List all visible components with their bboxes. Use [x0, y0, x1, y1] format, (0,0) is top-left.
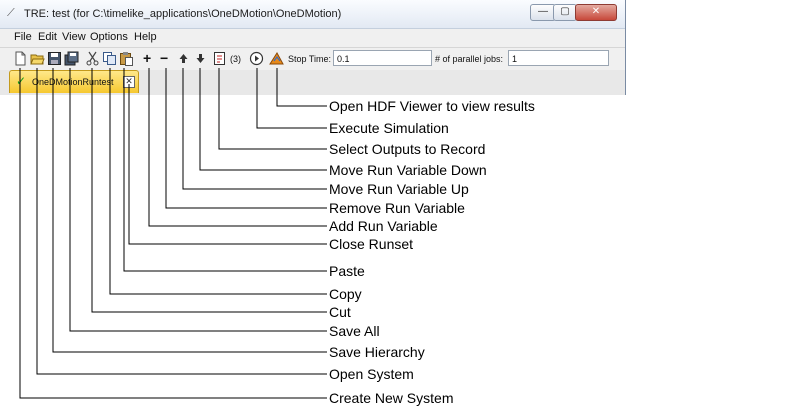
annotation-move-down: Move Run Variable Down: [329, 162, 487, 178]
leader-remove: [165, 68, 327, 209]
leader-new-system: [19, 68, 327, 399]
leader-save-hierarchy: [52, 68, 327, 353]
leader-outputs: [218, 68, 327, 150]
leader-close-runset: [128, 84, 327, 245]
annotation-execute: Execute Simulation: [329, 120, 449, 136]
leader-cut: [91, 68, 327, 313]
annotation-paste: Paste: [329, 263, 365, 279]
annotation-move-up: Move Run Variable Up: [329, 181, 469, 197]
leader-save-all: [69, 68, 327, 332]
annotation-create-new-system: Create New System: [329, 390, 454, 406]
annotation-hdf-viewer: Open HDF Viewer to view results: [329, 98, 535, 114]
annotation-save-hierarchy: Save Hierarchy: [329, 344, 425, 360]
leader-open-system: [36, 68, 327, 375]
annotation-add-variable: Add Run Variable: [329, 218, 438, 234]
annotation-copy: Copy: [329, 286, 362, 302]
annotation-close-runset: Close Runset: [329, 236, 414, 252]
annotation-select-outputs: Select Outputs to Record: [329, 141, 486, 157]
annotation-open-system: Open System: [329, 366, 414, 382]
leader-execute: [256, 68, 327, 129]
annotation-save-all: Save All: [329, 323, 380, 339]
leader-hdf: [276, 68, 327, 107]
annotation-cut: Cut: [329, 304, 351, 320]
annotation-remove-variable: Remove Run Variable: [329, 200, 465, 216]
leader-add: [148, 68, 327, 227]
